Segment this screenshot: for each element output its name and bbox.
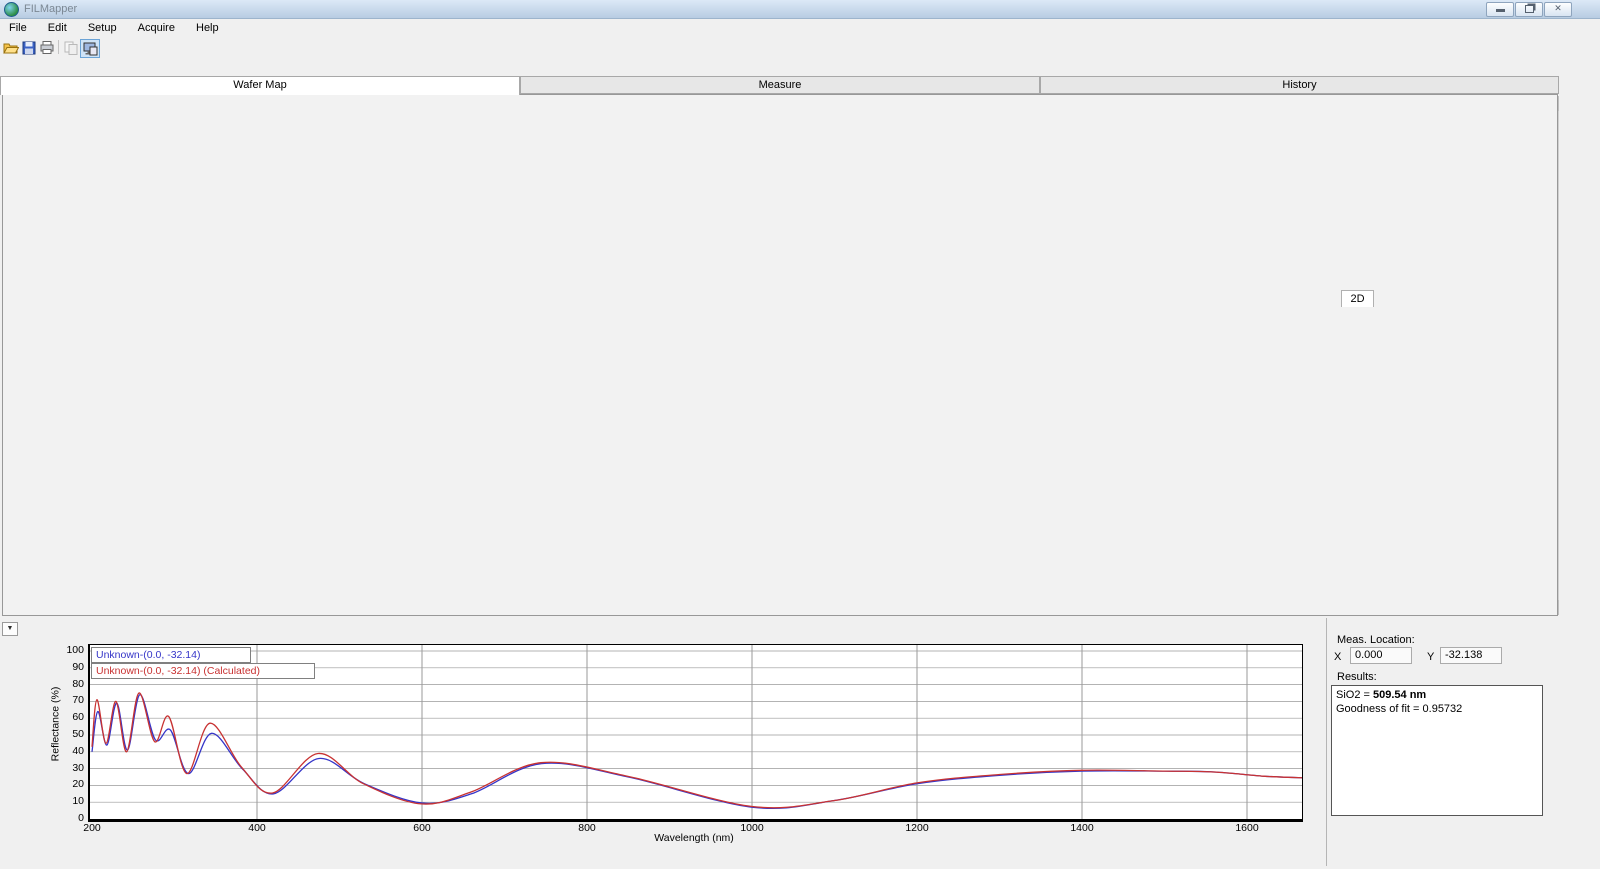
open-file-icon[interactable] [2, 39, 20, 56]
tab-measure[interactable]: Measure [520, 76, 1040, 94]
restore-button[interactable] [1515, 2, 1543, 17]
legend-entry: Unknown-(0.0, -32.14) (Calculated) [91, 663, 315, 679]
y-coordinate-field[interactable]: -32.138 [1440, 647, 1502, 664]
tab-history[interactable]: History [1040, 76, 1559, 94]
collapse-down-icon[interactable]: ▼ [2, 622, 18, 636]
menu-file[interactable]: File [0, 19, 36, 38]
y-tick-label: 80 [72, 677, 84, 690]
goodness-of-fit-line: Goodness of fit = 0.95732 [1336, 703, 1463, 715]
y-tick-label: 50 [72, 728, 84, 740]
y-tick-label: 20 [72, 778, 84, 791]
copy-icon[interactable] [62, 39, 80, 56]
menu-edit[interactable]: Edit [39, 19, 76, 38]
save-icon[interactable] [20, 39, 38, 56]
minimize-button[interactable] [1486, 2, 1514, 17]
y-label: Y [1427, 651, 1435, 663]
menu-setup[interactable]: Setup [79, 19, 126, 38]
capture-icon[interactable] [80, 39, 100, 58]
menu-bar: File Edit Setup Acquire Help [0, 19, 1600, 38]
app-icon [4, 2, 19, 17]
print-icon[interactable] [38, 39, 56, 56]
x-label: X [1334, 651, 1342, 663]
menu-acquire[interactable]: Acquire [129, 19, 184, 38]
menu-help[interactable]: Help [187, 19, 228, 38]
tab-row: Wafer Map Measure History [0, 76, 1600, 95]
y-tick-label: 70 [72, 694, 84, 707]
toolbar-separator [58, 40, 59, 54]
y-tick-label: 40 [72, 744, 84, 757]
y-tick-label: 100 [66, 644, 84, 656]
panel-divider [1326, 618, 1327, 866]
y-tick-label: 30 [72, 761, 84, 774]
x-coordinate-field[interactable]: 0.000 [1350, 647, 1412, 664]
title-bar: FILMapper ✕ [0, 0, 1600, 19]
legend-entry: Unknown-(0.0, -32.14) [91, 647, 251, 663]
wafer-map-panel [2, 94, 1558, 616]
y-axis-ticks: 0 10 20 30 40 50 60 70 80 90 100 [58, 644, 84, 824]
meas-location-title: Meas. Location: [1337, 634, 1415, 646]
x-axis-title: Wavelength (nm) [654, 832, 734, 844]
y-tick-label: 90 [72, 660, 84, 673]
meas-results-title: Results: [1337, 671, 1377, 683]
y-tick-label: 60 [72, 711, 84, 724]
fit-results-box: SiO2 = 509.54 nm Goodness of fit = 0.957… [1331, 685, 1543, 816]
toolbar [0, 38, 1600, 58]
tab-wafer-map[interactable]: Wafer Map [0, 76, 520, 95]
window-title: FILMapper [24, 3, 78, 15]
filmapper-window: FILMapper ✕ File Edit Setup Acquire Help… [0, 0, 1600, 869]
y-tick-label: 10 [72, 795, 84, 808]
fit-thickness-line: SiO2 = 509.54 nm [1336, 689, 1427, 701]
series-calculated [91, 692, 1304, 809]
close-button[interactable]: ✕ [1544, 2, 1572, 17]
tab-2d[interactable]: 2D [1341, 290, 1374, 307]
